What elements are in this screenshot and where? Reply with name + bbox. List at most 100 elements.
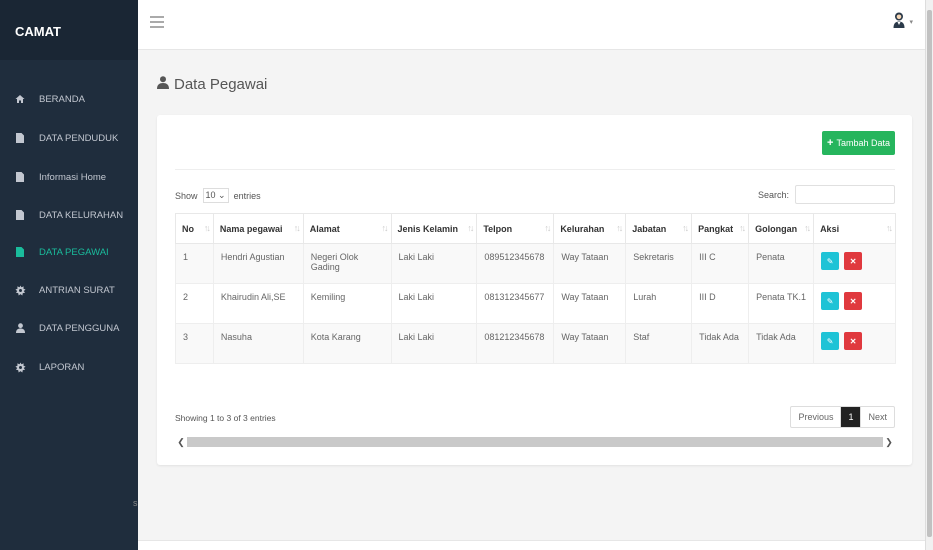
file-icon <box>14 133 26 143</box>
cell-jabatan: Staf <box>625 323 693 364</box>
delete-button[interactable]: ✕ <box>844 332 863 350</box>
pagination: Previous 1 Next <box>790 406 895 428</box>
chevron-down-icon: ▾ <box>909 18 913 26</box>
sidebar-item-laporan[interactable]: LAPORAN <box>0 354 138 380</box>
cell-alamat: Negeri Olok Gading <box>302 243 392 284</box>
stray-text: s <box>133 498 138 508</box>
table-row: 3 Nasuha Kota Karang Laki Laki 081212345… <box>175 323 896 364</box>
scroll-left-icon[interactable]: ❮ <box>175 437 187 448</box>
table-row: 1 Hendri Agustian Negeri Olok Gading Lak… <box>175 243 896 284</box>
user-avatar-icon <box>893 12 905 31</box>
sort-icon: ↑↓ <box>203 223 211 233</box>
sidebar-item-label: DATA PEGAWAI <box>39 246 109 258</box>
edit-button[interactable]: ✎ <box>821 252 840 270</box>
column-header[interactable]: Kelurahan ↑↓ <box>553 213 627 244</box>
column-header[interactable]: Golongan ↑↓ <box>748 213 815 244</box>
column-header[interactable]: Jenis Kelamin ↑↓ <box>390 213 478 244</box>
cell-no: 1 <box>175 243 214 284</box>
previous-page-button[interactable]: Previous <box>791 407 842 427</box>
sidebar-item-data-pengguna[interactable]: DATA PENGGUNA <box>0 315 138 341</box>
cell-telpon: 081312345677 <box>476 283 555 324</box>
show-label: Show <box>175 190 198 201</box>
gear-icon <box>14 284 26 296</box>
edit-button[interactable]: ✎ <box>821 292 840 310</box>
cell-no: 3 <box>175 323 214 364</box>
cell-jabatan: Lurah <box>625 283 693 324</box>
column-header[interactable]: No ↑↓ <box>175 213 214 244</box>
edit-icon: ✎ <box>826 336 834 346</box>
file-icon <box>14 172 26 182</box>
footer <box>138 540 925 550</box>
vertical-scrollbar[interactable] <box>925 0 933 550</box>
entries-label: entries <box>233 190 261 201</box>
user-menu[interactable]: ▾ <box>893 12 913 31</box>
cell-golongan: Penata <box>748 243 815 284</box>
search-input[interactable] <box>795 185 895 204</box>
add-data-label: Tambah Data <box>836 138 890 148</box>
sort-icon: ↑↓ <box>804 223 811 233</box>
edit-icon: ✎ <box>826 296 834 306</box>
edit-button[interactable]: ✎ <box>821 332 840 350</box>
divider <box>175 169 895 170</box>
page-title-text: Data Pegawai <box>174 76 268 93</box>
cell-telpon: 081212345678 <box>476 323 555 364</box>
cell-nama: Hendri Agustian <box>212 243 304 284</box>
sidebar-item-data-penduduk[interactable]: DATA PENDUDUK <box>0 125 138 151</box>
cell-kelurahan: Way Tataan <box>553 283 627 324</box>
sidebar-item-informasi-home[interactable]: Informasi Home <box>0 164 138 190</box>
column-header[interactable]: Aksi ↑↓ <box>813 213 896 244</box>
sidebar-item-antrian-surat[interactable]: ANTRIAN SURAT <box>0 277 138 303</box>
edit-icon: ✎ <box>826 256 834 266</box>
scroll-right-icon[interactable]: ❯ <box>883 437 895 448</box>
cell-aksi: ✎ ✕ <box>813 323 896 364</box>
sidebar-item-label: DATA PENDUDUK <box>39 132 119 144</box>
data-pegawai-card: + Tambah Data Show 10 ⌄ entries Search: … <box>157 115 912 465</box>
sidebar-item-data-kelurahan[interactable]: DATA KELURAHAN <box>0 202 138 228</box>
column-header[interactable]: Pangkat ↑↓ <box>691 213 750 244</box>
table-header-row: No ↑↓ Nama pegawai ↑↓ Alamat ↑↓ Jenis Kelam… <box>175 213 896 244</box>
cell-golongan: Penata TK.1 <box>748 283 815 324</box>
column-header[interactable]: Alamat ↑↓ <box>302 213 392 244</box>
plus-icon: + <box>827 136 834 149</box>
sidebar-item-beranda[interactable]: BERANDA <box>0 86 138 112</box>
horizontal-scrollbar[interactable]: ❮ ❯ <box>175 436 895 448</box>
file-icon <box>14 210 26 220</box>
sidebar-item-label: BERANDA <box>39 93 85 105</box>
delete-button[interactable]: ✕ <box>844 252 863 270</box>
sidebar: CAMAT BERANDA DATA PENDUDUK Informasi Ho… <box>0 0 138 550</box>
table-info: Showing 1 to 3 of 3 entries <box>175 413 276 423</box>
close-icon: ✕ <box>849 296 857 306</box>
sidebar-item-label: LAPORAN <box>39 361 85 373</box>
cell-no: 2 <box>175 283 214 324</box>
sidebar-item-data-pegawai[interactable]: DATA PEGAWAI <box>0 239 138 265</box>
sort-icon: ↑↓ <box>467 223 474 233</box>
add-data-button[interactable]: + Tambah Data <box>822 131 895 155</box>
home-icon <box>14 94 26 104</box>
column-header[interactable]: Telpon ↑↓ <box>476 213 555 244</box>
pegawai-table: No ↑↓ Nama pegawai ↑↓ Alamat ↑↓ Jenis Kelam… <box>175 213 896 364</box>
cell-nama: Nasuha <box>212 323 304 364</box>
column-header[interactable]: Nama pegawai ↑↓ <box>212 213 304 244</box>
sidebar-item-label: Informasi Home <box>39 171 107 183</box>
cell-alamat: Kota Karang <box>302 323 392 364</box>
column-header[interactable]: Jabatan ↑↓ <box>625 213 693 244</box>
sort-icon: ↑↓ <box>293 223 301 233</box>
close-icon: ✕ <box>849 256 857 266</box>
sort-icon: ↑↓ <box>682 223 689 233</box>
search-control: Search: <box>758 185 895 204</box>
cell-pangkat: Tidak Ada <box>691 323 750 364</box>
next-page-button[interactable]: Next <box>860 407 894 427</box>
top-navbar: ▾ <box>138 0 925 50</box>
brand-title[interactable]: CAMAT <box>0 0 138 60</box>
delete-button[interactable]: ✕ <box>844 292 863 310</box>
page-1-button[interactable]: 1 <box>841 407 861 427</box>
sidebar-item-label: DATA KELURAHAN <box>39 209 124 221</box>
entries-select[interactable]: 10 ⌄ <box>202 188 229 203</box>
cell-pangkat: III D <box>691 283 750 324</box>
menu-toggle-icon[interactable] <box>150 16 164 28</box>
sort-icon: ↑↓ <box>616 223 623 233</box>
sort-icon: ↑↓ <box>886 223 893 233</box>
sidebar-item-label: DATA PENGGUNA <box>39 322 120 334</box>
cell-jenis-kelamin: Laki Laki <box>390 283 478 324</box>
scrollbar-thumb[interactable] <box>187 437 883 447</box>
